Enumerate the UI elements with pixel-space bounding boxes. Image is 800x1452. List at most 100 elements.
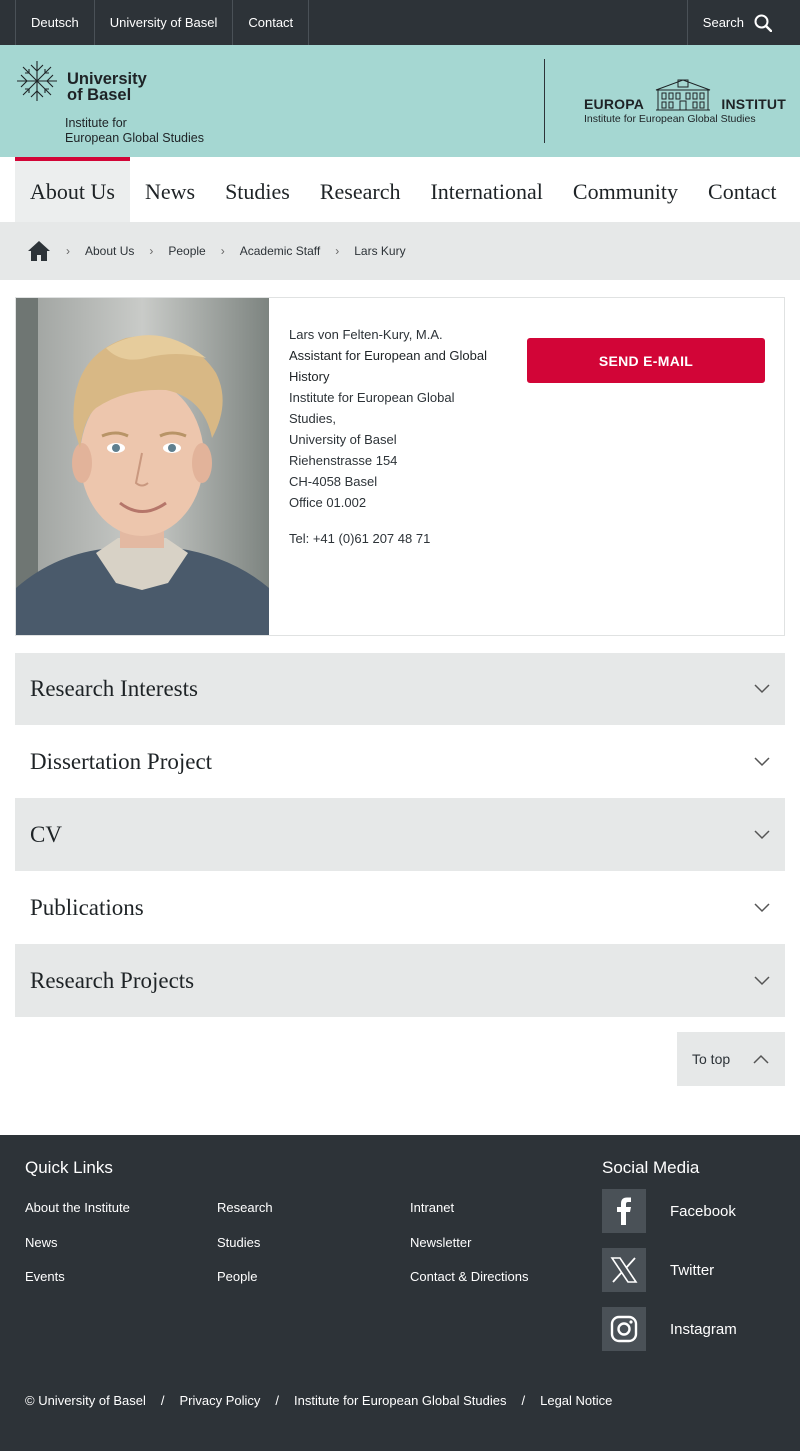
profile-photo [16, 298, 269, 635]
nav-studies[interactable]: Studies [210, 157, 305, 222]
breadcrumb-people[interactable]: People [168, 244, 205, 258]
copyright: © University of Basel [25, 1393, 146, 1408]
breadcrumb: › About Us › People › Academic Staff › L… [0, 222, 800, 280]
university-name-line2: of Basel [67, 86, 132, 104]
home-icon[interactable] [27, 240, 51, 262]
address-line: CH-4058 Basel [289, 474, 378, 489]
quick-links-title: Quick Links [25, 1158, 113, 1177]
chevron-right-icon: › [149, 244, 154, 258]
institute-link[interactable]: Institute for European Global Studies [294, 1393, 506, 1408]
search-label: Search [702, 15, 744, 30]
top-links: Deutsch University of Basel Contact [0, 0, 310, 45]
europa-institut-logo[interactable]: EUROPA INSTITUT Institute for European G… [584, 76, 786, 125]
address-line: University of Basel [289, 432, 397, 447]
accordion-title: Research Interests [30, 676, 198, 701]
social-label: Twitter [670, 1261, 715, 1279]
chevron-down-icon [754, 902, 770, 912]
legal-links: © University of Basel / Privacy Policy /… [25, 1393, 612, 1408]
search-icon [754, 14, 772, 32]
address-line: Riehenstrasse 154 [289, 453, 398, 468]
nav-research[interactable]: Research [305, 157, 416, 222]
accordion-title: Publications [30, 894, 144, 920]
social-label: Facebook [670, 1202, 736, 1220]
chevron-down-icon [754, 975, 770, 985]
europa-subtitle: Institute for European Global Studies [584, 113, 756, 125]
social-label: Instagram [670, 1320, 737, 1338]
contact-link[interactable]: Contact [232, 0, 310, 45]
university-name-line1: University [67, 70, 147, 88]
social-instagram[interactable]: Instagram [602, 1307, 737, 1351]
footer-link-studies[interactable]: Studies [217, 1235, 260, 1250]
search-button[interactable]: Search [686, 0, 800, 45]
to-top-label: To top [692, 1051, 731, 1067]
institut-word: INSTITUT [721, 96, 786, 112]
social-twitter[interactable]: Twitter [602, 1248, 714, 1292]
accordion-research-interests[interactable]: Research Interests [15, 653, 785, 725]
site-header: University of Basel Institute for Europe… [0, 45, 800, 157]
nav-international[interactable]: International [415, 157, 557, 222]
university-link[interactable]: University of Basel [93, 0, 233, 45]
chevron-right-icon: › [335, 244, 340, 258]
language-link[interactable]: Deutsch [15, 0, 94, 45]
footer-link-people[interactable]: People [217, 1269, 257, 1284]
facebook-icon [602, 1189, 646, 1233]
accordion-cv[interactable]: CV [15, 798, 785, 871]
nav-community[interactable]: Community [558, 157, 693, 222]
accordion-title: Research Projects [30, 967, 195, 993]
accordion-publications[interactable]: Publications [15, 871, 785, 944]
legal-notice-link[interactable]: Legal Notice [540, 1393, 612, 1408]
chevron-down-icon [754, 829, 770, 839]
university-logo-icon[interactable] [15, 59, 59, 103]
x-twitter-icon [602, 1248, 646, 1292]
university-name[interactable]: University of Basel [67, 70, 147, 104]
accordion-research-projects[interactable]: Research Projects [15, 944, 785, 1017]
to-top-button[interactable]: To top [677, 1032, 785, 1086]
footer-link-events[interactable]: Events [25, 1269, 65, 1284]
footer-link-news[interactable]: News [25, 1235, 58, 1250]
accordion-dissertation-project[interactable]: Dissertation Project [15, 725, 785, 798]
separator: / [275, 1393, 280, 1408]
person-name: Lars von Felten-Kury, M.A. [289, 327, 443, 342]
footer-link-contact-directions[interactable]: Contact & Directions [410, 1269, 529, 1284]
accordion: Research Interests Dissertation Project … [15, 653, 785, 1017]
privacy-policy-link[interactable]: Privacy Policy [179, 1393, 260, 1408]
site-footer: Quick Links About the Institute Research… [0, 1135, 800, 1451]
breadcrumb-current: Lars Kury [354, 244, 406, 258]
breadcrumb-academic-staff[interactable]: Academic Staff [240, 244, 320, 258]
chevron-down-icon [754, 756, 770, 766]
to-top-area: To top [0, 1017, 800, 1135]
profile-card: Lars von Felten-Kury, M.A. Assistant for… [15, 297, 785, 636]
contact-details: Lars von Felten-Kury, M.A. Assistant for… [269, 298, 509, 635]
institute-name-line1: Institute for [65, 116, 127, 130]
person-role-line2: History [289, 369, 330, 384]
office-number: Office 01.002 [289, 495, 367, 510]
footer-link-research[interactable]: Research [217, 1200, 273, 1215]
separator: / [521, 1393, 526, 1408]
top-bar: Deutsch University of Basel Contact Sear… [0, 0, 800, 45]
chevron-up-icon [753, 1054, 769, 1064]
separator: / [160, 1393, 165, 1408]
nav-contact[interactable]: Contact [693, 157, 791, 222]
breadcrumb-about-us[interactable]: About Us [85, 244, 134, 258]
address-line: Studies, [289, 411, 336, 426]
send-email-button[interactable]: SEND E-MAIL [527, 338, 765, 383]
person-role-line1: Assistant for European and Global [289, 348, 488, 363]
accordion-title: CV [30, 821, 62, 847]
nav-about-us[interactable]: About Us [15, 157, 130, 222]
address-line: Institute for European Global [289, 390, 455, 405]
main-nav: About Us News Studies Research Internati… [0, 157, 800, 222]
footer-link-about[interactable]: About the Institute [25, 1200, 130, 1215]
footer-link-newsletter[interactable]: Newsletter [410, 1235, 471, 1250]
chevron-right-icon: › [220, 244, 225, 258]
footer-link-intranet[interactable]: Intranet [410, 1200, 454, 1215]
social-media-title: Social Media [602, 1158, 700, 1177]
nav-news[interactable]: News [130, 157, 210, 222]
chevron-right-icon: › [66, 244, 70, 258]
europa-word: EUROPA [584, 96, 645, 112]
instagram-icon [602, 1307, 646, 1351]
accordion-title: Dissertation Project [30, 748, 213, 774]
header-divider [544, 59, 545, 143]
social-facebook[interactable]: Facebook [602, 1189, 736, 1233]
institute-name: Institute for European Global Studies [65, 116, 204, 146]
phone-number[interactable]: Tel: +41 (0)61 207 48 71 [289, 528, 509, 549]
